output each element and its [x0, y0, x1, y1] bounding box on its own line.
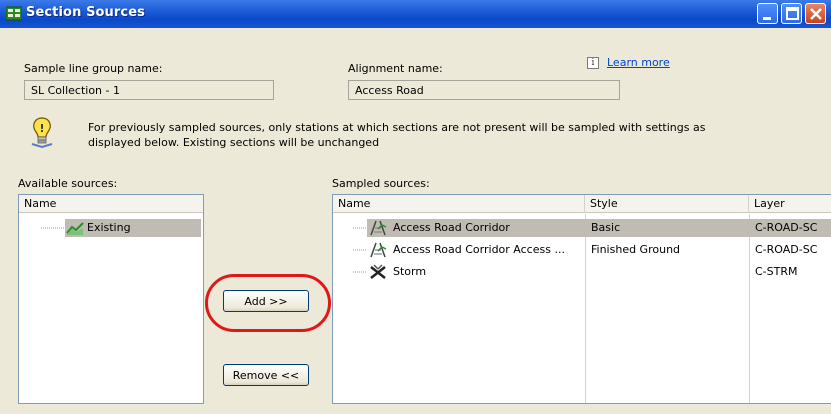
- available-item-name: Existing: [87, 221, 131, 234]
- available-sources-list[interactable]: Name Existing: [18, 194, 204, 404]
- tree-connector: [353, 249, 367, 251]
- sampled-sources-list[interactable]: Name Style Layer Access Road Corridor Ba…: [332, 194, 831, 404]
- pipe-network-icon: [370, 264, 386, 279]
- alignment-label: Alignment name:: [348, 62, 443, 75]
- sampled-layer-header[interactable]: Layer: [749, 195, 831, 213]
- sampled-sources-label: Sampled sources:: [332, 177, 430, 190]
- selected-row-highlight: [65, 219, 201, 237]
- row-layer[interactable]: C-ROAD-SC: [751, 219, 831, 237]
- table-row[interactable]: Storm C-STRM: [333, 263, 831, 281]
- annotation-highlight-ring: [205, 274, 331, 332]
- sample-line-group-label: Sample line group name:: [24, 62, 163, 75]
- sampled-name-header[interactable]: Name: [333, 195, 585, 213]
- row-style[interactable]: [587, 263, 749, 281]
- available-sources-label: Available sources:: [18, 177, 118, 190]
- remove-button[interactable]: Remove <<: [223, 364, 309, 386]
- surface-icon: [66, 222, 84, 235]
- info-icon: i: [587, 57, 599, 69]
- info-message-line1: For previously sampled sources, only sta…: [88, 121, 706, 134]
- maximize-icon: [786, 7, 799, 20]
- corridor-icon: [370, 242, 387, 258]
- minimize-icon: [763, 17, 771, 20]
- sampled-style-header[interactable]: Style: [585, 195, 749, 213]
- tree-connector: [353, 227, 367, 229]
- row-layer[interactable]: C-STRM: [751, 263, 831, 281]
- table-row[interactable]: Access Road Corridor Basic C-ROAD-SC: [333, 219, 831, 237]
- app-icon: [6, 6, 22, 21]
- sample-line-group-field[interactable]: SL Collection - 1: [24, 80, 274, 100]
- row-layer[interactable]: C-ROAD-SC: [751, 241, 831, 259]
- row-name: Storm: [393, 265, 427, 278]
- learn-more-link[interactable]: Learn more: [607, 56, 670, 69]
- section-sources-dialog: Section Sources Sample line group name: …: [0, 0, 831, 414]
- close-icon: [810, 8, 822, 20]
- dialog-bottom-edge: [0, 404, 831, 414]
- available-name-header[interactable]: Name: [19, 195, 203, 213]
- lightbulb-icon: !: [31, 117, 53, 148]
- title-bar[interactable]: Section Sources: [0, 0, 831, 28]
- tree-connector: [353, 271, 367, 273]
- alignment-field[interactable]: Access Road: [348, 80, 620, 100]
- svg-text:!: !: [39, 122, 44, 135]
- row-name: Access Road Corridor Access ...: [393, 243, 565, 256]
- info-message-line2: displayed below. Existing sections will …: [88, 136, 380, 149]
- row-style[interactable]: Finished Ground: [587, 241, 749, 259]
- corridor-icon: [370, 220, 387, 236]
- tree-connector: [41, 227, 65, 229]
- close-button[interactable]: [805, 3, 826, 24]
- window-title: Section Sources: [26, 5, 145, 20]
- row-name: Access Road Corridor: [393, 221, 510, 234]
- table-row[interactable]: Access Road Corridor Access ... Finished…: [333, 241, 831, 259]
- minimize-button[interactable]: [757, 3, 778, 24]
- maximize-button[interactable]: [781, 3, 802, 24]
- row-style[interactable]: Basic: [587, 219, 749, 237]
- list-item[interactable]: Existing: [19, 219, 203, 237]
